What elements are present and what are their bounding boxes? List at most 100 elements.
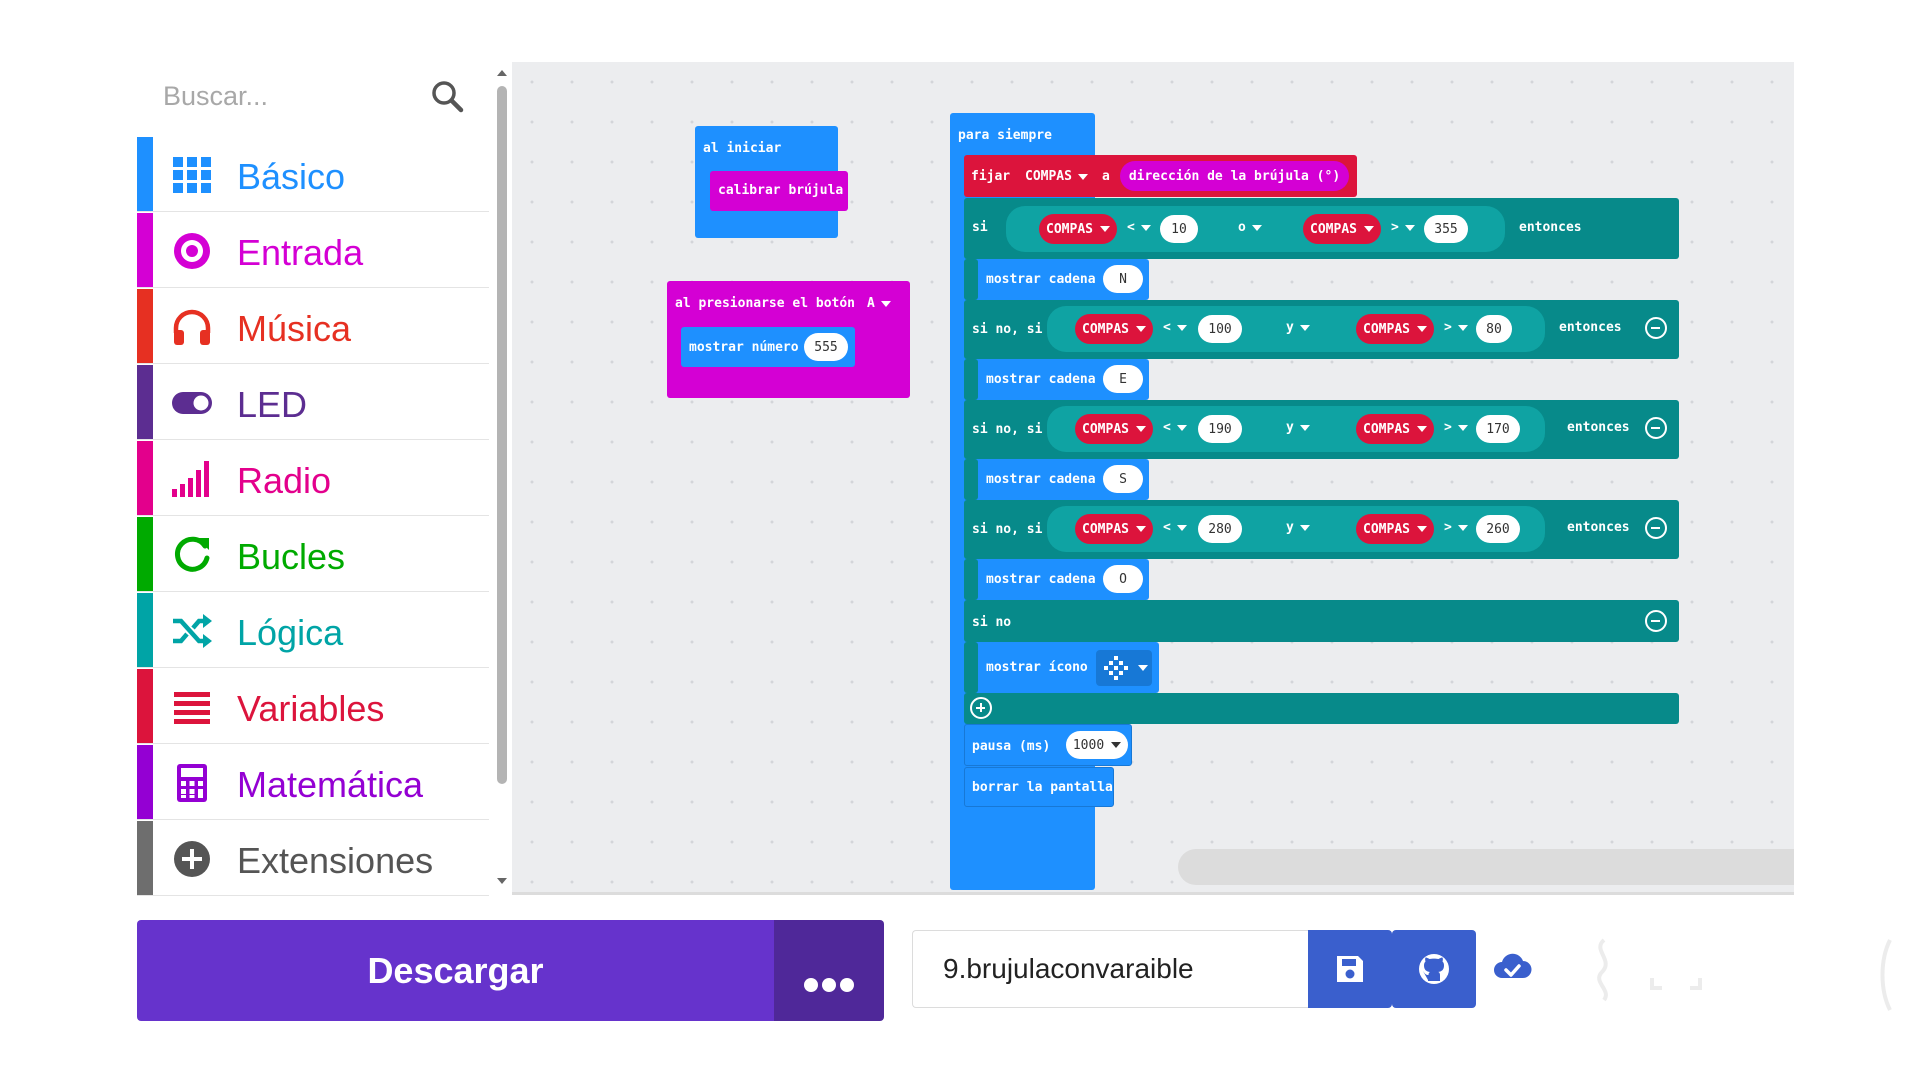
variable-dropdown[interactable]: COMPAS [1025,169,1088,184]
led-pattern-icon [1104,656,1128,680]
if-block-footer[interactable] [964,693,1679,724]
variable-reporter[interactable]: COMPAS [1356,414,1434,444]
show-number-block[interactable]: mostrar número 555 [681,327,855,367]
category-color-bar [137,517,153,591]
string-input[interactable]: E [1103,365,1143,393]
chevron-down-icon [1099,226,1110,232]
set-variable-block[interactable]: fijar COMPAS a dirección de la brújula (… [964,155,1357,197]
number-input[interactable]: 280 [1198,515,1242,543]
pause-duration-dropdown[interactable]: 1000 [1066,731,1128,759]
show-string-block[interactable]: mostrar cadena O [978,559,1149,600]
github-button[interactable] [1392,930,1476,1008]
else-if-block[interactable]: si no, si COMPAS < 280 y COMPAS > 260 en… [964,500,1679,559]
show-string-block[interactable]: mostrar cadena S [978,459,1149,500]
search-input[interactable] [163,78,413,114]
compass-heading-reporter[interactable]: dirección de la brújula (°) [1120,161,1349,191]
category-led[interactable]: LED [137,365,489,440]
variable-reporter[interactable]: COMPAS [1075,314,1153,344]
search-icon[interactable] [429,78,465,114]
operator-dropdown[interactable]: < [1163,420,1187,435]
category-color-bar [137,821,153,895]
operator-dropdown[interactable]: > [1391,220,1415,235]
download-button[interactable]: Descargar [137,920,774,1021]
category-color-bar [137,365,153,439]
calibrate-compass-block[interactable]: calibrar brújula [710,171,848,211]
variable-reporter[interactable]: COMPAS [1303,214,1381,244]
number-input[interactable]: 100 [1198,315,1242,343]
else-block[interactable]: si no [964,600,1679,642]
logic-dropdown[interactable]: y [1286,520,1310,535]
category-bucles[interactable]: Bucles [137,517,489,592]
show-string-block[interactable]: mostrar cadena N [978,259,1149,300]
project-name-input[interactable] [912,930,1308,1008]
remove-branch-icon[interactable] [1645,417,1667,439]
remove-else-icon[interactable] [1645,610,1667,632]
logic-dropdown[interactable]: y [1286,320,1310,335]
blocks-workspace[interactable]: al iniciar calibrar brújula al presionar… [512,62,1794,895]
operator-dropdown[interactable]: < [1127,220,1151,235]
string-input[interactable]: S [1103,465,1143,493]
category-color-bar [137,745,153,819]
set-label: fijar [971,169,1011,184]
category-basico[interactable]: Básico [137,137,489,212]
save-button[interactable] [1308,930,1392,1008]
operator-dropdown[interactable]: < [1163,520,1187,535]
else-if-block[interactable]: si no, si COMPAS < 190 y COMPAS > 170 en… [964,400,1679,459]
variable-reporter[interactable]: COMPAS [1356,514,1434,544]
scroll-down-icon[interactable] [497,878,507,884]
operator-dropdown[interactable]: > [1444,320,1468,335]
category-radio[interactable]: Radio [137,441,489,516]
number-input[interactable]: 190 [1198,415,1242,443]
logic-dropdown[interactable]: y [1286,420,1310,435]
number-input[interactable]: 80 [1476,315,1512,343]
if-block[interactable]: si COMPAS < 10 o COMPAS > 355 entonces [964,198,1679,259]
variable-reporter[interactable]: COMPAS [1075,514,1153,544]
category-label: Entrada [237,232,364,273]
pause-label: pausa (ms) [972,739,1051,754]
set-to-label: a [1102,169,1110,184]
signal-bars-icon [172,461,209,497]
icon-picker[interactable] [1096,650,1152,686]
variable-reporter[interactable]: COMPAS [1075,414,1153,444]
add-branch-icon[interactable] [970,697,992,719]
number-input[interactable]: 355 [1424,215,1468,243]
else-if-block[interactable]: si no, si COMPAS < 100 y COMPAS > 80 ent… [964,300,1679,359]
category-variables[interactable]: Variables [137,669,489,744]
toolbox: Básico Entrada Música LED [137,62,510,896]
number-input[interactable]: 10 [1160,215,1198,243]
chevron-down-icon [1138,665,1148,671]
workspace-horizontal-scrollbar[interactable] [1178,849,1794,885]
remove-branch-icon[interactable] [1645,517,1667,539]
number-input[interactable]: 260 [1476,515,1520,543]
toolbox-scrollbar[interactable] [493,62,510,893]
category-logica[interactable]: Lógica [137,593,489,668]
category-extensiones[interactable]: Extensiones [137,821,489,896]
operator-dropdown[interactable]: < [1163,320,1187,335]
pause-block[interactable]: pausa (ms) 1000 [964,724,1132,766]
cloud-sync-icon[interactable] [1492,948,1532,988]
show-icon-block[interactable]: mostrar ícono [978,642,1159,693]
scrollbar-thumb[interactable] [497,86,507,784]
string-input[interactable]: N [1103,265,1143,293]
toggle-icon [172,392,212,414]
category-entrada[interactable]: Entrada [137,213,489,288]
clear-screen-block[interactable]: borrar la pantalla [964,767,1114,807]
variable-reporter[interactable]: COMPAS [1039,214,1117,244]
then-label: entonces [1559,320,1622,335]
operator-dropdown[interactable]: > [1444,420,1468,435]
button-dropdown[interactable]: A [867,296,891,311]
category-musica[interactable]: Música [137,289,489,364]
variable-reporter[interactable]: COMPAS [1356,314,1434,344]
remove-branch-icon[interactable] [1645,317,1667,339]
category-matematica[interactable]: Matemática [137,745,489,820]
show-string-block[interactable]: mostrar cadena E [978,359,1149,400]
scroll-up-icon[interactable] [497,70,507,76]
category-color-bar [137,441,153,515]
operator-dropdown[interactable]: > [1444,520,1468,535]
string-input[interactable]: O [1103,565,1143,593]
logic-dropdown[interactable]: o [1238,220,1262,235]
more-options-button[interactable] [774,920,884,1021]
number-input[interactable]: 170 [1476,415,1520,443]
number-input[interactable]: 555 [804,333,848,361]
chevron-down-icon [1299,324,1310,331]
